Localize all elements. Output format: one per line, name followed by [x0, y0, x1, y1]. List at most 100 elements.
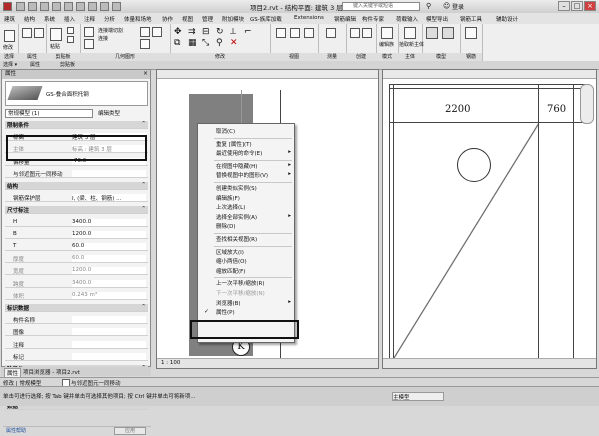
- tab-load-input[interactable]: 荷载输入: [396, 15, 418, 23]
- property-row[interactable]: 图像: [5, 328, 148, 337]
- group-label[interactable]: 主体: [398, 53, 422, 61]
- group-label[interactable]: 测量: [318, 53, 346, 61]
- property-row[interactable]: 跨度 3400.0: [5, 279, 148, 288]
- context-menu-item[interactable]: 创建类似实例(S): [198, 184, 294, 192]
- collapse-icon[interactable]: ⌃: [141, 182, 146, 188]
- group-label[interactable]: 视图: [270, 53, 318, 61]
- property-row[interactable]: 构件名称: [5, 316, 148, 325]
- measure-tool-icon[interactable]: [326, 28, 336, 38]
- create-group-icon[interactable]: [350, 28, 360, 38]
- tab-analyze[interactable]: 分析: [104, 15, 115, 23]
- close-button[interactable]: ×: [584, 1, 596, 11]
- tab-architecture[interactable]: 建筑: [4, 15, 15, 23]
- hide-icon[interactable]: [276, 28, 286, 38]
- property-value[interactable]: [72, 316, 146, 324]
- property-row[interactable]: B 1200.0: [5, 230, 148, 239]
- context-menu-item[interactable]: 浏览器(B) ▸: [198, 299, 294, 307]
- type-selector[interactable]: GS-叠合面积托钢: [5, 81, 148, 106]
- navigation-bar[interactable]: [580, 84, 594, 124]
- info-icon[interactable]: ⚲: [426, 2, 431, 10]
- group-label[interactable]: 属性: [18, 53, 46, 61]
- selection-filter-label[interactable]: 选择 ▾: [3, 61, 17, 68]
- property-row[interactable]: 宽度 1200.0: [5, 267, 148, 276]
- drawing-view-right[interactable]: 2200 760: [382, 69, 597, 369]
- mirror-icon[interactable]: ⟂: [230, 27, 236, 37]
- context-menu-item[interactable]: 重复 [属性](T): [198, 140, 294, 148]
- property-value[interactable]: 3400.0: [72, 218, 146, 226]
- cope-icon[interactable]: [84, 27, 94, 37]
- property-group-header[interactable]: 尺寸标注 ⌃: [5, 206, 148, 215]
- property-row[interactable]: T 60.0: [5, 243, 148, 251]
- tab-annotate[interactable]: 注释: [84, 15, 95, 23]
- property-value[interactable]: [72, 352, 146, 360]
- tab-structure[interactable]: 结构: [24, 15, 35, 23]
- tab-design-aid[interactable]: 辅助设计: [496, 15, 518, 23]
- context-menu-item[interactable]: 区域放大(I): [198, 248, 294, 256]
- edit-family-icon[interactable]: [381, 27, 393, 39]
- modify-cursor-icon[interactable]: [4, 30, 15, 42]
- linework-icon[interactable]: [304, 28, 314, 38]
- copy-icon[interactable]: [67, 27, 74, 34]
- property-row[interactable]: 标记: [5, 352, 148, 361]
- scale-icon[interactable]: ⤡: [202, 38, 209, 48]
- properties-icon[interactable]: [22, 28, 32, 38]
- pick-host-label[interactable]: 拾取新主体: [399, 41, 424, 48]
- view-scale[interactable]: 1 : 100: [161, 360, 180, 366]
- tab-model-export[interactable]: 模型导出: [426, 15, 448, 23]
- open-icon[interactable]: [16, 2, 25, 11]
- property-row[interactable]: 钢筋保护层 I, (梁、柱、钢筋) ...: [5, 194, 148, 203]
- measure-icon[interactable]: [76, 2, 85, 11]
- wall-join-icon[interactable]: [140, 27, 150, 37]
- model-icon[interactable]: [426, 27, 438, 39]
- tab-systems[interactable]: 系统: [44, 15, 55, 23]
- tab-component-expert[interactable]: 构件专家: [362, 15, 384, 23]
- tab-project-browser[interactable]: 项目浏览器 - 项目2.rvt: [23, 368, 80, 376]
- context-menu-item[interactable]: 删除(D): [198, 222, 294, 230]
- 3d-view-icon[interactable]: [100, 2, 109, 11]
- property-value[interactable]: [72, 169, 146, 177]
- property-row[interactable]: 注释: [5, 340, 148, 349]
- sign-in-link[interactable]: 登录: [452, 2, 464, 11]
- app-logo-icon[interactable]: [3, 2, 12, 11]
- pick-host-icon[interactable]: [404, 27, 416, 39]
- collapse-icon[interactable]: ⌃: [141, 121, 146, 127]
- context-menu-item[interactable]: 上次选择(L): [198, 203, 294, 211]
- context-menu-item[interactable]: 选择全部实例(A) ▸: [198, 213, 294, 221]
- move-icon[interactable]: ✥: [174, 27, 182, 37]
- search-input[interactable]: 键入关键字或短语: [342, 2, 420, 11]
- copy-element-icon[interactable]: ⧉: [174, 38, 180, 48]
- close-icon[interactable]: ×: [143, 70, 148, 77]
- modify-button-label[interactable]: 修改: [3, 44, 13, 51]
- property-group-header[interactable]: 标识数据 ⌃: [5, 304, 148, 312]
- property-value[interactable]: [72, 328, 146, 336]
- clipboard-dropdown-label[interactable]: 剪贴板: [60, 61, 75, 68]
- property-row[interactable]: 体积 0.243 m³: [5, 291, 148, 300]
- align-icon[interactable]: ⇉: [188, 27, 196, 37]
- edit-type-button[interactable]: 编辑类型: [98, 109, 120, 117]
- join-label[interactable]: 连接: [98, 35, 108, 42]
- apply-button[interactable]: 应用: [114, 427, 146, 435]
- save-icon[interactable]: [28, 2, 37, 11]
- instance-filter-dropdown[interactable]: 常规模型 (1): [5, 109, 93, 118]
- group-label[interactable]: 选择: [0, 53, 18, 61]
- group-label[interactable]: 模型: [422, 53, 460, 61]
- tab-collaborate[interactable]: 协作: [162, 15, 173, 23]
- collapse-icon[interactable]: ⌃: [141, 206, 146, 212]
- tab-view[interactable]: 视图: [182, 15, 193, 23]
- paste-button-label[interactable]: 粘贴: [50, 43, 60, 50]
- property-group-header[interactable]: 结构 ⌃: [5, 182, 148, 190]
- property-group-header[interactable]: 限制条件 ⌃: [5, 121, 148, 129]
- property-value[interactable]: I, (梁、柱、钢筋) ...: [72, 194, 146, 202]
- user-icon[interactable]: ☺: [443, 2, 450, 10]
- context-menu-item[interactable]: 在视图中隐藏(H) ▸: [198, 162, 294, 170]
- tab-family-library[interactable]: GS-族库加载: [250, 15, 282, 23]
- context-menu-item[interactable]: 编辑族(F): [198, 194, 294, 202]
- paint-icon[interactable]: [140, 39, 150, 49]
- group-label[interactable]: 几何图形: [80, 53, 170, 61]
- offset-icon[interactable]: ⊟: [202, 27, 210, 37]
- text-icon[interactable]: [88, 2, 97, 11]
- tab-addins[interactable]: 附加模块: [222, 15, 244, 23]
- type-properties-icon[interactable]: [34, 28, 44, 38]
- tab-insert[interactable]: 插入: [64, 15, 75, 23]
- print-icon[interactable]: [64, 2, 73, 11]
